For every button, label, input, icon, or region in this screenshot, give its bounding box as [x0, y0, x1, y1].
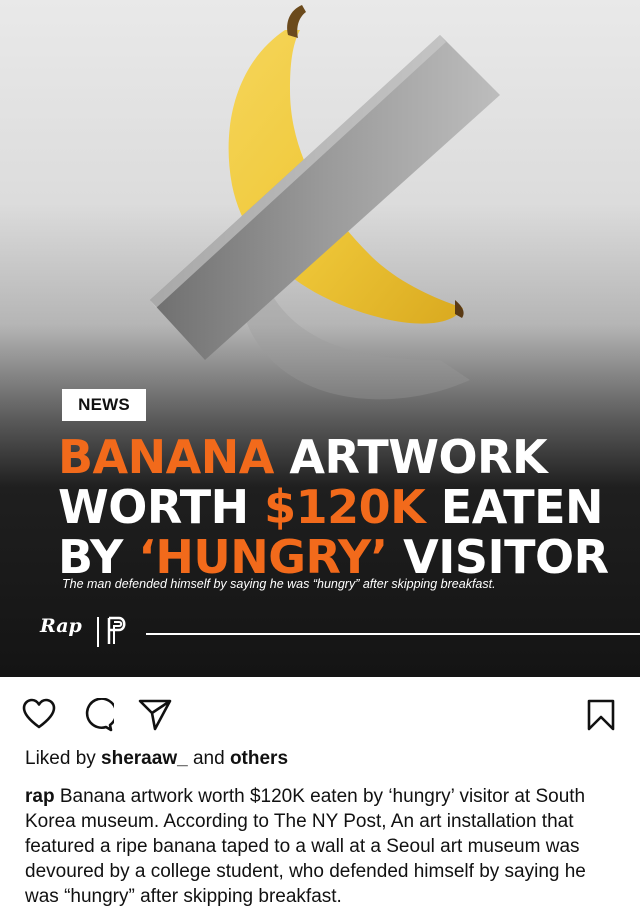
headline-line-2: WORTH $120K EATEN — [58, 482, 628, 532]
headline-accent-3: ‘HUNGRY’ — [138, 530, 388, 584]
likes-others-link[interactable]: others — [230, 748, 288, 769]
headline-text-2a: WORTH — [58, 480, 265, 534]
likes-prefix: Liked by — [25, 748, 102, 769]
liker-username[interactable]: sheraaw_ — [101, 748, 188, 769]
headline-accent-2: $120K — [264, 480, 426, 534]
news-tag: NEWS — [62, 389, 146, 421]
action-bar — [0, 690, 640, 738]
headline-text-2b: EATEN — [425, 480, 604, 534]
caption: rap Banana artwork worth $120K eaten by … — [25, 784, 620, 909]
caption-username[interactable]: rap — [25, 786, 55, 807]
bookmark-icon[interactable] — [584, 698, 618, 732]
likes-middle: and — [187, 748, 230, 769]
headline-line-3: BY ‘HUNGRY’ VISITOR — [58, 532, 628, 582]
heart-icon[interactable] — [22, 698, 56, 732]
headline-line-1: BANANA ARTWORK — [58, 432, 628, 482]
subhead: The man defended himself by saying he wa… — [62, 577, 496, 591]
headline-text-3b: VISITOR — [387, 530, 609, 584]
headline: BANANA ARTWORK WORTH $120K EATEN BY ‘HUN… — [58, 432, 628, 582]
comment-icon[interactable] — [80, 698, 114, 732]
p-logo-icon — [106, 616, 128, 646]
brand-separator — [97, 617, 99, 647]
likes-summary: Liked by sheraaw_ and others — [25, 748, 288, 770]
post-image[interactable]: NEWS BANANA ARTWORK WORTH $120K EATEN BY… — [0, 0, 640, 677]
headline-accent-1: BANANA — [58, 430, 274, 484]
headline-text-1: ARTWORK — [273, 430, 548, 484]
headline-text-3a: BY — [58, 530, 139, 584]
share-icon[interactable] — [138, 698, 172, 732]
rap-logo: Rap — [40, 615, 82, 637]
brand-row: Rap — [40, 615, 640, 655]
caption-text: Banana artwork worth $120K eaten by ‘hun… — [25, 786, 586, 907]
brand-divider-line — [146, 633, 640, 635]
